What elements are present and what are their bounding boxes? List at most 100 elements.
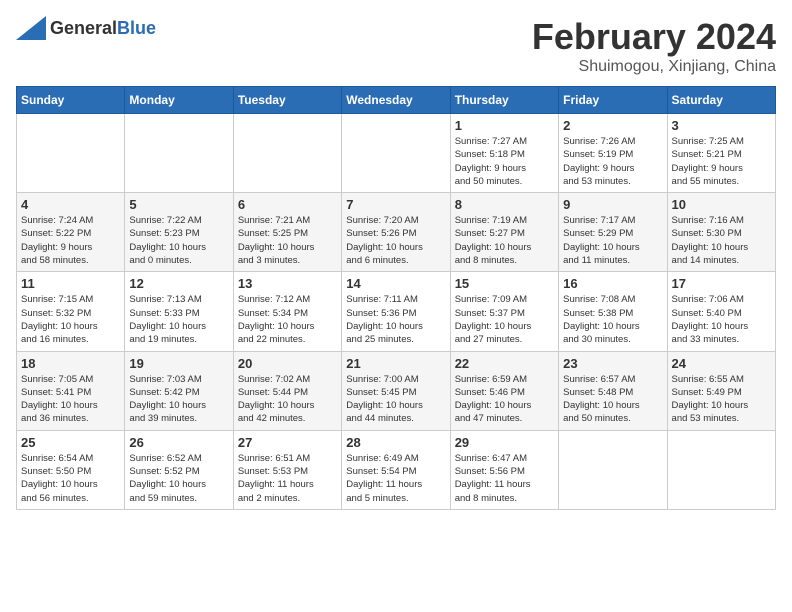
day-number: 9 [563,197,662,212]
day-info: Sunrise: 7:09 AM Sunset: 5:37 PM Dayligh… [455,293,554,346]
day-number: 2 [563,118,662,133]
calendar-cell: 16 Sunrise: 7:08 AM Sunset: 5:38 PM Dayli… [559,272,667,351]
calendar-cell: 3Sunrise: 7:25 AM Sunset: 5:21 PM Daylig… [667,114,775,193]
day-info: Sunrise: 6:49 AM Sunset: 5:54 PM Dayligh… [346,452,445,505]
calendar-cell: 2 Sunrise: 7:26 AM Sunset: 5:19 PM Daylig… [559,114,667,193]
day-info: Sunrise: 7:13 AM Sunset: 5:33 PM Dayligh… [129,293,228,346]
day-number: 17 [672,276,771,291]
calendar-cell: 28 Sunrise: 6:49 AM Sunset: 5:54 PM Dayli… [342,430,450,509]
day-number: 3 [672,118,771,133]
day-info: Sunrise: 6:59 AM Sunset: 5:46 PM Dayligh… [455,373,554,426]
calendar-cell [125,114,233,193]
calendar-cell: 11 Sunrise: 7:15 AM Sunset: 5:32 PM Dayli… [17,272,125,351]
calendar-cell: 24 Sunrise: 6:55 AM Sunset: 5:49 PM Dayli… [667,351,775,430]
day-number: 20 [238,356,337,371]
day-number: 28 [346,435,445,450]
day-info: Sunrise: 7:21 AM Sunset: 5:25 PM Dayligh… [238,214,337,267]
calendar-cell [342,114,450,193]
weekday-header-wednesday: Wednesday [342,87,450,114]
calendar-cell: 19 Sunrise: 7:03 AM Sunset: 5:42 PM Dayli… [125,351,233,430]
weekday-header-tuesday: Tuesday [233,87,341,114]
day-info: Sunrise: 7:27 AM Sunset: 5:18 PM Dayligh… [455,135,554,188]
weekday-header-saturday: Saturday [667,87,775,114]
weekday-header-row: SundayMondayTuesdayWednesdayThursdayFrid… [17,87,776,114]
calendar-cell: 12 Sunrise: 7:13 AM Sunset: 5:33 PM Dayli… [125,272,233,351]
calendar-cell: 18 Sunrise: 7:05 AM Sunset: 5:41 PM Dayli… [17,351,125,430]
weekday-header-monday: Monday [125,87,233,114]
logo: GeneralBlue [16,16,156,40]
day-number: 8 [455,197,554,212]
calendar-cell: 17 Sunrise: 7:06 AM Sunset: 5:40 PM Dayli… [667,272,775,351]
calendar-cell: 7 Sunrise: 7:20 AM Sunset: 5:26 PM Daylig… [342,193,450,272]
title-block: February 2024 Shuimogou, Xinjiang, China [532,16,776,76]
calendar-table: SundayMondayTuesdayWednesdayThursdayFrid… [16,86,776,510]
calendar-cell: 13 Sunrise: 7:12 AM Sunset: 5:34 PM Dayli… [233,272,341,351]
calendar-location: Shuimogou, Xinjiang, China [532,58,776,76]
day-info: Sunrise: 7:05 AM Sunset: 5:41 PM Dayligh… [21,373,120,426]
day-number: 19 [129,356,228,371]
day-info: Sunrise: 6:47 AM Sunset: 5:56 PM Dayligh… [455,452,554,505]
day-number: 24 [672,356,771,371]
calendar-cell: 26Sunrise: 6:52 AM Sunset: 5:52 PM Dayli… [125,430,233,509]
day-info: Sunrise: 7:26 AM Sunset: 5:19 PM Dayligh… [563,135,662,188]
calendar-week-row: 18 Sunrise: 7:05 AM Sunset: 5:41 PM Dayli… [17,351,776,430]
day-number: 15 [455,276,554,291]
day-info: Sunrise: 7:17 AM Sunset: 5:29 PM Dayligh… [563,214,662,267]
calendar-cell: 29 Sunrise: 6:47 AM Sunset: 5:56 PM Dayli… [450,430,558,509]
calendar-cell: 10Sunrise: 7:16 AM Sunset: 5:30 PM Dayli… [667,193,775,272]
calendar-cell [667,430,775,509]
calendar-cell: 27Sunrise: 6:51 AM Sunset: 5:53 PM Dayli… [233,430,341,509]
calendar-cell: 21 Sunrise: 7:00 AM Sunset: 5:45 PM Dayli… [342,351,450,430]
day-info: Sunrise: 6:54 AM Sunset: 5:50 PM Dayligh… [21,452,120,505]
day-info: Sunrise: 7:06 AM Sunset: 5:40 PM Dayligh… [672,293,771,346]
calendar-title: February 2024 [532,16,776,58]
day-info: Sunrise: 7:03 AM Sunset: 5:42 PM Dayligh… [129,373,228,426]
weekday-header-friday: Friday [559,87,667,114]
day-number: 1 [455,118,554,133]
day-number: 13 [238,276,337,291]
calendar-cell: 8Sunrise: 7:19 AM Sunset: 5:27 PM Daylig… [450,193,558,272]
day-number: 11 [21,276,120,291]
day-info: Sunrise: 7:22 AM Sunset: 5:23 PM Dayligh… [129,214,228,267]
calendar-cell: 14Sunrise: 7:11 AM Sunset: 5:36 PM Dayli… [342,272,450,351]
calendar-cell: 4Sunrise: 7:24 AM Sunset: 5:22 PM Daylig… [17,193,125,272]
day-number: 7 [346,197,445,212]
day-info: Sunrise: 6:51 AM Sunset: 5:53 PM Dayligh… [238,452,337,505]
calendar-cell: 20 Sunrise: 7:02 AM Sunset: 5:44 PM Dayli… [233,351,341,430]
day-number: 5 [129,197,228,212]
day-number: 16 [563,276,662,291]
day-info: Sunrise: 6:55 AM Sunset: 5:49 PM Dayligh… [672,373,771,426]
day-number: 6 [238,197,337,212]
day-info: Sunrise: 7:00 AM Sunset: 5:45 PM Dayligh… [346,373,445,426]
day-number: 25 [21,435,120,450]
calendar-week-row: 4Sunrise: 7:24 AM Sunset: 5:22 PM Daylig… [17,193,776,272]
calendar-cell: 9 Sunrise: 7:17 AM Sunset: 5:29 PM Daylig… [559,193,667,272]
calendar-week-row: 25 Sunrise: 6:54 AM Sunset: 5:50 PM Dayli… [17,430,776,509]
day-number: 12 [129,276,228,291]
calendar-cell: 15 Sunrise: 7:09 AM Sunset: 5:37 PM Dayli… [450,272,558,351]
day-info: Sunrise: 6:52 AM Sunset: 5:52 PM Dayligh… [129,452,228,505]
day-number: 23 [563,356,662,371]
day-info: Sunrise: 7:08 AM Sunset: 5:38 PM Dayligh… [563,293,662,346]
calendar-cell: 5 Sunrise: 7:22 AM Sunset: 5:23 PM Daylig… [125,193,233,272]
logo-general: General [50,18,117,38]
weekday-header-thursday: Thursday [450,87,558,114]
calendar-week-row: 11 Sunrise: 7:15 AM Sunset: 5:32 PM Dayli… [17,272,776,351]
calendar-cell: 6 Sunrise: 7:21 AM Sunset: 5:25 PM Daylig… [233,193,341,272]
day-info: Sunrise: 7:16 AM Sunset: 5:30 PM Dayligh… [672,214,771,267]
day-number: 21 [346,356,445,371]
day-info: Sunrise: 7:02 AM Sunset: 5:44 PM Dayligh… [238,373,337,426]
day-info: Sunrise: 6:57 AM Sunset: 5:48 PM Dayligh… [563,373,662,426]
calendar-cell [559,430,667,509]
calendar-cell: 23 Sunrise: 6:57 AM Sunset: 5:48 PM Dayli… [559,351,667,430]
day-number: 22 [455,356,554,371]
day-info: Sunrise: 7:12 AM Sunset: 5:34 PM Dayligh… [238,293,337,346]
day-info: Sunrise: 7:11 AM Sunset: 5:36 PM Dayligh… [346,293,445,346]
day-number: 18 [21,356,120,371]
page-header: GeneralBlue February 2024 Shuimogou, Xin… [16,16,776,76]
day-number: 29 [455,435,554,450]
day-info: Sunrise: 7:15 AM Sunset: 5:32 PM Dayligh… [21,293,120,346]
calendar-week-row: 1 Sunrise: 7:27 AM Sunset: 5:18 PM Daylig… [17,114,776,193]
day-info: Sunrise: 7:20 AM Sunset: 5:26 PM Dayligh… [346,214,445,267]
calendar-cell [233,114,341,193]
